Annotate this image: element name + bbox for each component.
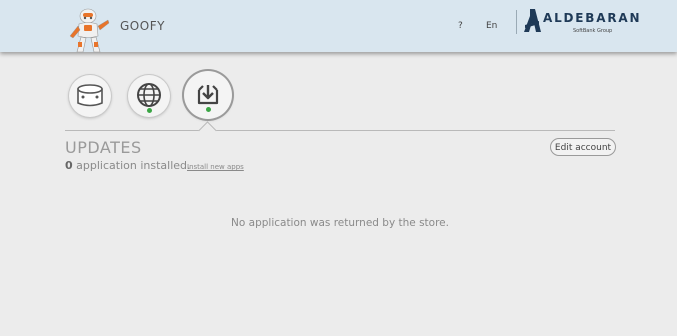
aldebaran-mark-icon — [524, 9, 541, 32]
nav-robot-button[interactable] — [69, 75, 111, 117]
edit-account-button[interactable]: Edit account — [550, 138, 616, 156]
nav-store-button[interactable] — [128, 75, 170, 117]
robot-name: GOOFY — [120, 19, 165, 33]
store-status-dot — [147, 108, 152, 113]
nao-robot-icon — [69, 8, 110, 53]
nav-updates-button[interactable] — [184, 71, 232, 119]
installed-count: 0 — [65, 159, 73, 172]
active-tab-caret — [198, 121, 217, 140]
updates-status-dot — [206, 107, 211, 112]
brand-subtitle: SoftBank Group — [573, 28, 613, 34]
installed-label: application installed. — [72, 159, 191, 172]
empty-state-message: No application was returned by the store… — [231, 217, 449, 229]
language-selector[interactable]: En — [486, 21, 497, 31]
robot-avatar[interactable] — [64, 6, 112, 54]
brand-logo: ALDEBARAN SoftBank Group — [524, 8, 639, 38]
brand-name: ALDEBARAN — [543, 11, 642, 25]
section-separator — [65, 130, 615, 131]
page-title: UPDATES — [65, 138, 142, 157]
installed-count-text: 0 application installed. — [65, 159, 191, 172]
install-new-apps-link[interactable]: Install new apps — [187, 163, 244, 171]
header-bar: GOOFY ? En ALDEBARAN SoftBank Group — [0, 0, 677, 54]
help-button[interactable]: ? — [458, 21, 463, 31]
robot-head-icon — [77, 84, 103, 107]
header-divider — [516, 10, 517, 34]
